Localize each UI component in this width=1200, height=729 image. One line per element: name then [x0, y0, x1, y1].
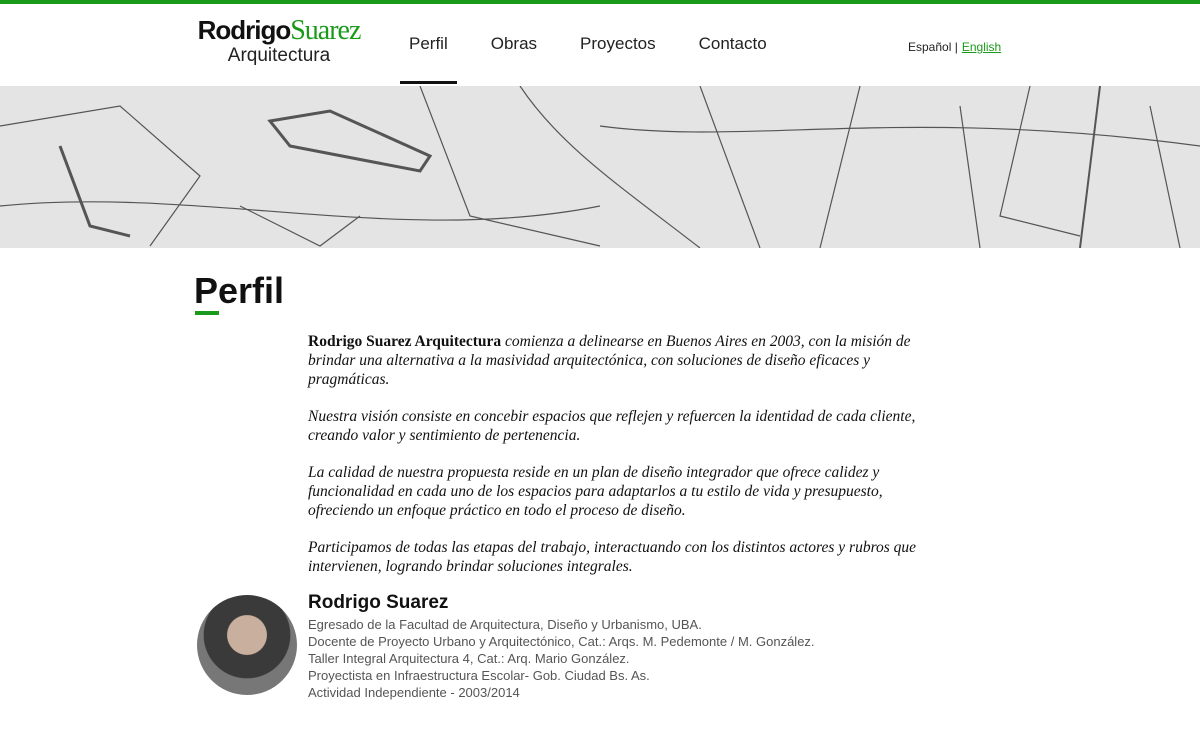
logo-first: Rodrigo — [197, 15, 292, 45]
logo-sub: Arquitectura — [227, 45, 331, 66]
title-underline — [195, 311, 219, 315]
bio: Rodrigo Suarez Egresado de la Facultad d… — [308, 592, 815, 701]
nav-perfil[interactable]: Perfil — [400, 34, 457, 84]
bio-line: Taller Integral Arquitectura 4, Cat.: Ar… — [308, 651, 630, 666]
logo[interactable]: RodrigoSuarez Arquitectura — [193, 16, 365, 67]
paragraph-1: Rodrigo Suarez Arquitectura comienza a d… — [308, 332, 938, 389]
lang-es[interactable]: Español — [908, 40, 951, 54]
paragraph-3: La calidad de nuestra propuesta reside e… — [308, 464, 883, 519]
lang-separator: | — [954, 40, 958, 54]
bio-line: Proyectista en Infraestructura Escolar- … — [308, 668, 650, 683]
logo-last: Suarez — [290, 15, 361, 46]
sketch-banner — [0, 86, 1200, 248]
paragraph-2: Nuestra visión consiste en concebir espa… — [308, 408, 916, 444]
paragraph-4: Participamos de todas las etapas del tra… — [308, 539, 917, 575]
nav-proyectos[interactable]: Proyectos — [571, 34, 665, 54]
bio-line: Egresado de la Facultad de Arquitectura,… — [308, 617, 702, 632]
bio-line: Actividad Independiente - 2003/2014 — [308, 685, 520, 700]
nav-obras[interactable]: Obras — [482, 34, 546, 54]
brand-name: Rodrigo Suarez Arquitectura — [308, 333, 502, 350]
lang-en[interactable]: English — [962, 40, 1001, 54]
avatar — [197, 595, 297, 695]
profile-text: Rodrigo Suarez Arquitectura comienza a d… — [308, 332, 938, 594]
main-nav: Perfil Obras Proyectos Contacto — [400, 34, 801, 84]
bio-line: Docente de Proyecto Urbano y Arquitectón… — [308, 634, 815, 649]
language-switcher: Español | English — [908, 40, 1001, 54]
page-title: Perfil — [194, 270, 285, 311]
nav-contacto[interactable]: Contacto — [690, 34, 776, 54]
bio-name: Rodrigo Suarez — [308, 592, 449, 613]
top-accent-bar — [0, 0, 1200, 4]
sketch-lines — [0, 86, 1200, 248]
